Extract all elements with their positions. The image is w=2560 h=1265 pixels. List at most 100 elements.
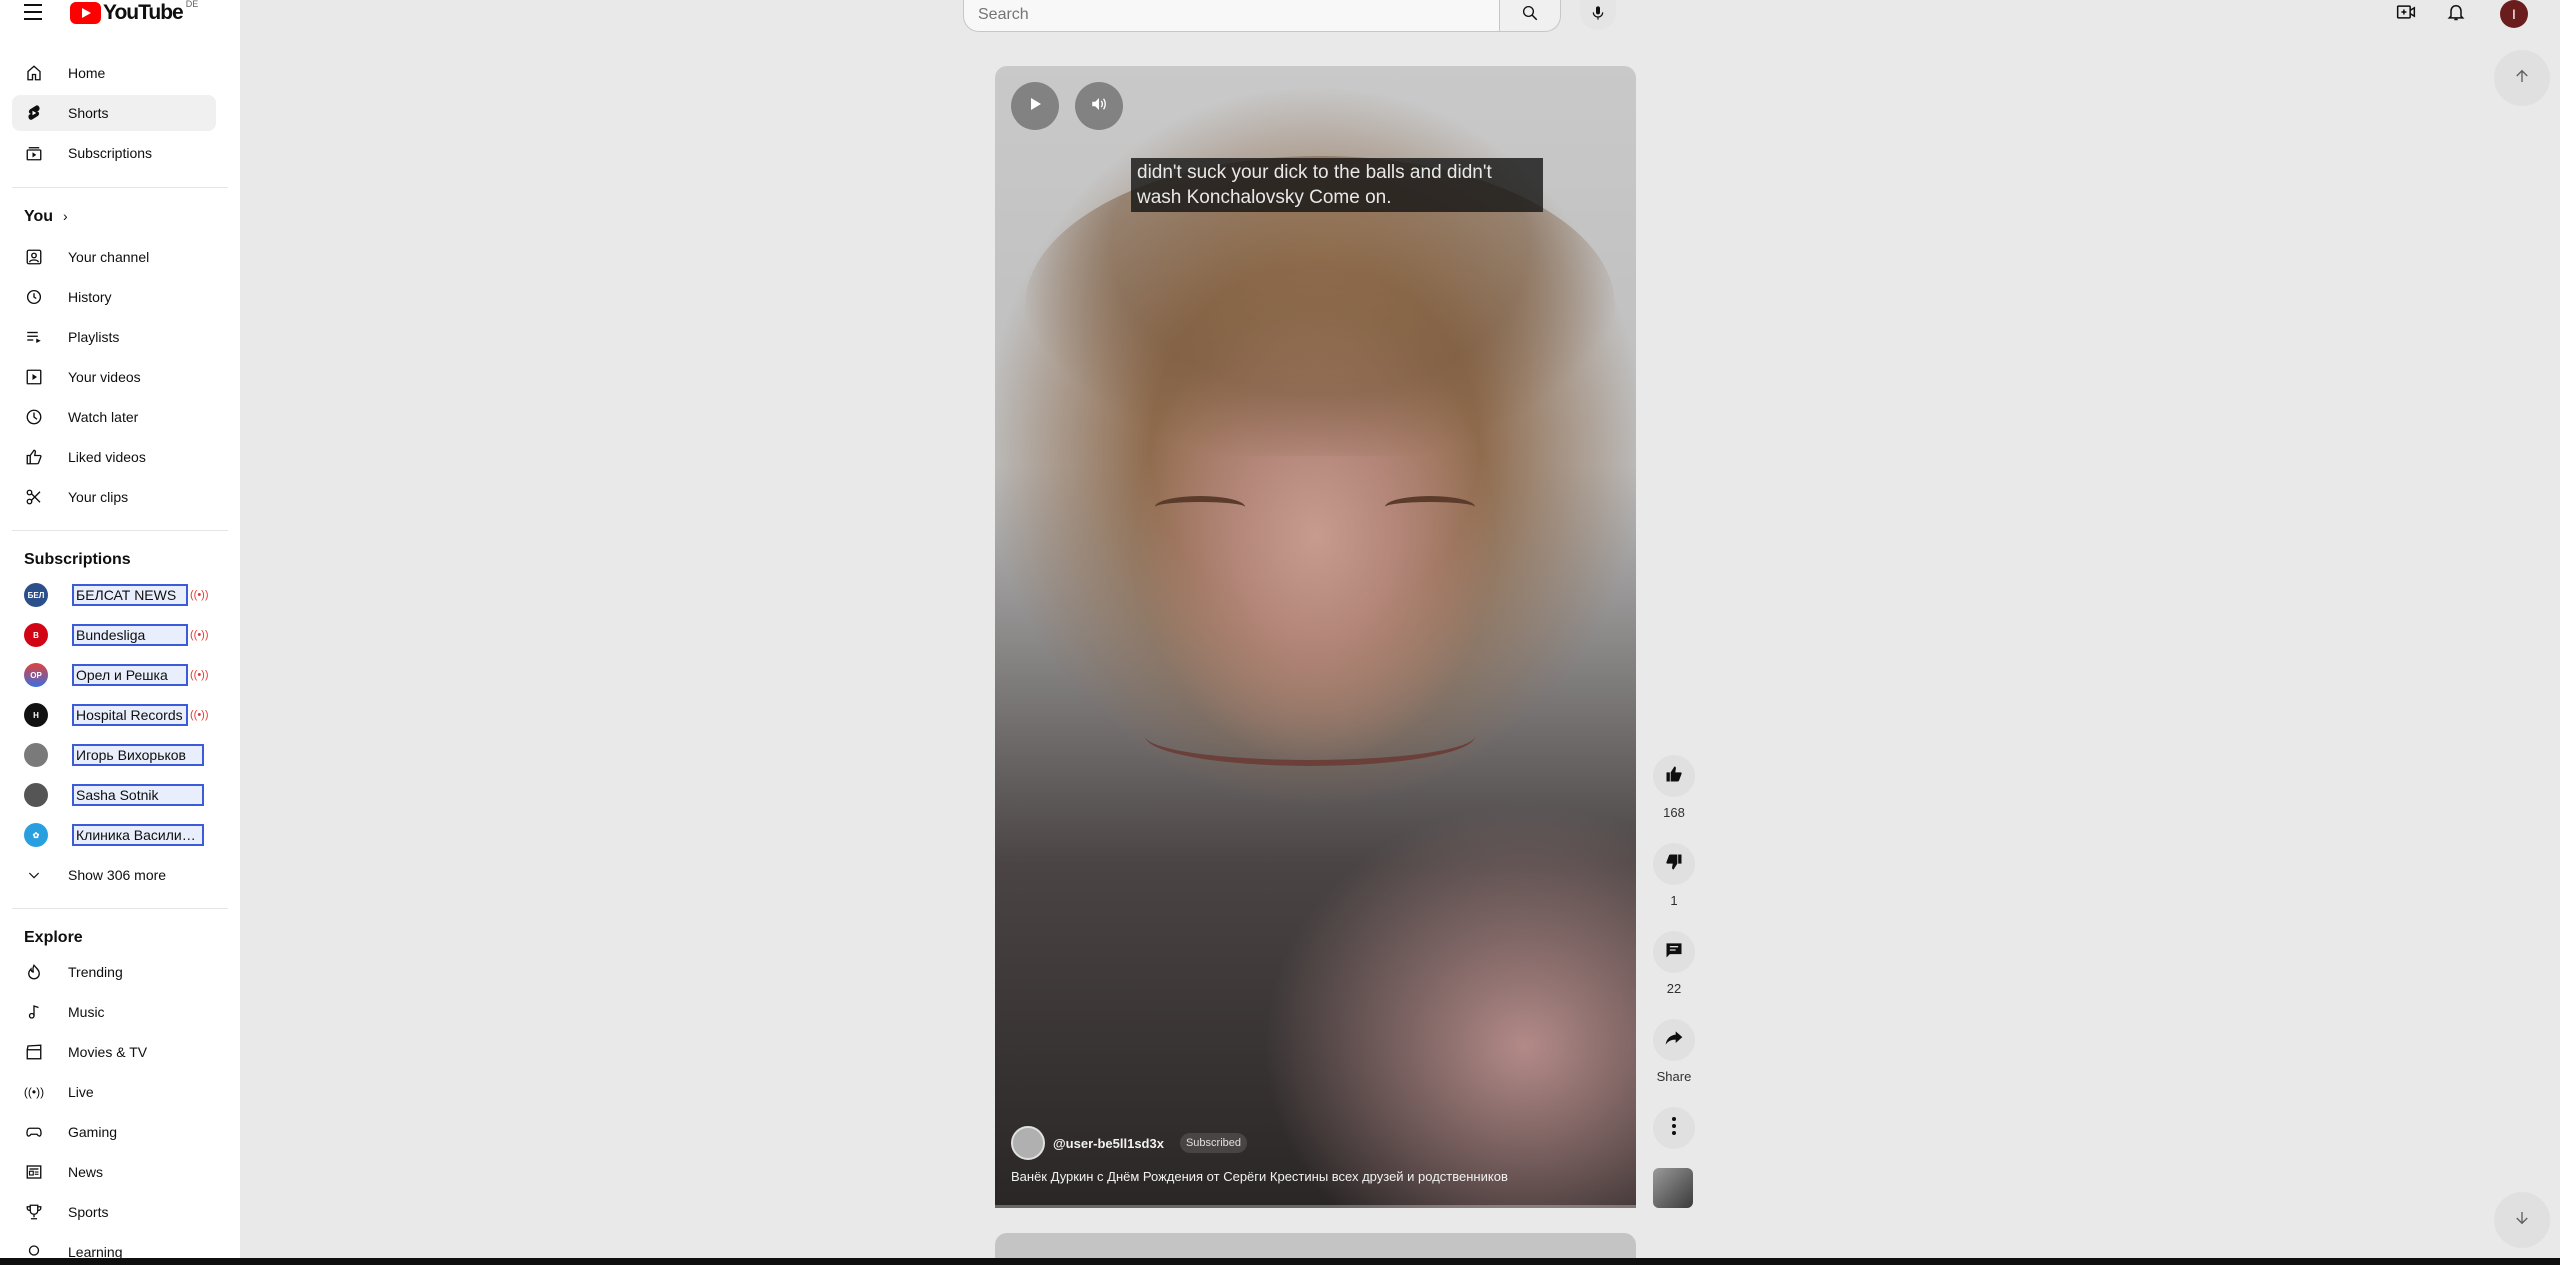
sidebar-item-label: Sports (68, 1204, 109, 1220)
sidebar-item-label: Liked videos (68, 449, 146, 465)
lightbulb-icon (24, 1242, 44, 1258)
dislike-button[interactable]: 1 (1653, 843, 1695, 908)
sidebar-item-music[interactable]: Music (12, 994, 216, 1030)
your-channel-icon (24, 247, 44, 267)
logo-text: YouTube (103, 1, 184, 24)
comments-button[interactable]: 22 (1653, 931, 1695, 996)
channel-row: @user-be5ll1sd3x Subscribed (1011, 1126, 1247, 1160)
playlists-icon (24, 327, 44, 347)
sidebar-item-sports[interactable]: Sports (12, 1194, 216, 1230)
like-count: 168 (1663, 805, 1685, 820)
subscription-item[interactable]: Игорь Вихорьков (12, 737, 216, 773)
sidebar-item-subscriptions[interactable]: Subscriptions (12, 135, 216, 171)
sidebar-item-trending[interactable]: Trending (12, 954, 216, 990)
subscription-name: Клиника Василия… (72, 824, 204, 846)
comment-count: 22 (1666, 981, 1682, 996)
dislike-count: 1 (1670, 893, 1678, 908)
sidebar-item-liked-videos[interactable]: Liked videos (12, 439, 216, 475)
channel-avatar[interactable] (1011, 1126, 1045, 1160)
subscription-item[interactable]: БЕЛ БЕЛСАТ NEWS ((•)) (12, 577, 216, 613)
avatar[interactable]: I (2500, 0, 2528, 28)
notifications-button[interactable] (2444, 2, 2468, 26)
subscription-item[interactable]: ✿ Клиника Василия… (12, 817, 216, 853)
youtube-play-icon (70, 2, 101, 24)
sidebar-item-your-clips[interactable]: Your clips (12, 479, 216, 515)
country-code: DE (185, 0, 199, 9)
you-title-text: You (24, 208, 54, 225)
subscribed-button[interactable]: Subscribed (1179, 1133, 1247, 1153)
sidebar-item-label: Your videos (68, 369, 141, 385)
channel-avatar: H (24, 703, 48, 727)
channel-handle[interactable]: @user-be5ll1sd3x (1053, 1136, 1164, 1151)
sidebar-item-label: News (68, 1164, 104, 1180)
sidebar-item-playlists[interactable]: Playlists (12, 319, 216, 355)
voice-search-button[interactable] (1580, 0, 1616, 30)
subscription-name: Sasha Sotnik (72, 784, 204, 806)
sidebar-item-learning[interactable]: Learning (12, 1234, 216, 1258)
subscriptions-section-title: Subscriptions (24, 551, 131, 568)
sidebar-item-movies-tv[interactable]: Movies & TV (12, 1034, 216, 1070)
live-icon: ((•)) (190, 629, 209, 641)
menu-icon[interactable] (24, 4, 46, 22)
comment-icon (1664, 940, 1684, 965)
video-progress-bar[interactable] (995, 1205, 1636, 1208)
search-input[interactable] (978, 0, 1458, 30)
previous-short-button[interactable] (2494, 50, 2550, 106)
sidebar-item-news[interactable]: News (12, 1154, 216, 1190)
more-options-button[interactable] (1653, 1107, 1695, 1149)
subscription-item[interactable]: B Bundesliga ((•)) (12, 617, 216, 653)
sidebar-item-label: Home (68, 65, 106, 81)
sidebar-item-label: Shorts (68, 105, 109, 121)
sidebar-item-label: Music (68, 1004, 105, 1020)
play-button[interactable] (1011, 82, 1059, 130)
video-description[interactable]: Ванёк Дуркин с Днём Рождения от Серёги К… (1011, 1169, 1508, 1184)
sidebar-item-your-channel[interactable]: Your channel (12, 239, 216, 275)
shorts-video-player[interactable]: didn't suck your dick to the balls and d… (995, 66, 1636, 1208)
channel-avatar: ОР (24, 663, 48, 687)
sidebar-item-label: Watch later (68, 409, 139, 425)
comments-circle (1653, 931, 1695, 973)
subscription-item[interactable]: ОР Орел и Решка ((•)) (12, 657, 216, 693)
sidebar: YouTube DE Home Shorts Subscriptions You… (0, 0, 240, 1258)
channel-avatar (24, 783, 48, 807)
subscription-name: БЕЛСАТ NEWS (72, 584, 188, 606)
play-icon (1027, 96, 1043, 117)
show-more-button[interactable]: Show 306 more (12, 857, 216, 893)
create-button[interactable] (2394, 2, 2418, 26)
subscription-name: Hospital Records (72, 704, 188, 726)
home-icon (24, 63, 44, 83)
sidebar-item-shorts[interactable]: Shorts (12, 95, 216, 131)
sidebar-item-history[interactable]: History (12, 279, 216, 315)
search-button[interactable] (1499, 0, 1561, 32)
sound-thumbnail[interactable] (1653, 1168, 1693, 1208)
share-button[interactable]: Share (1653, 1019, 1695, 1084)
next-short-button[interactable] (2494, 1192, 2550, 1248)
gamepad-icon (24, 1122, 44, 1142)
like-button[interactable]: 168 (1653, 755, 1695, 820)
youtube-logo[interactable]: YouTube DE (70, 0, 199, 25)
sidebar-item-label: Live (68, 1084, 94, 1100)
live-broadcast-icon: ((•)) (23, 1085, 45, 1099)
sidebar-item-live[interactable]: ((•)) Live (12, 1074, 216, 1110)
sidebar-item-label: History (68, 289, 112, 305)
video-frame-eye (1155, 496, 1245, 518)
sidebar-item-gaming[interactable]: Gaming (12, 1114, 216, 1150)
share-icon (1664, 1028, 1684, 1053)
sidebar-item-your-videos[interactable]: Your videos (12, 359, 216, 395)
logo-row: YouTube DE (0, 0, 240, 28)
sidebar-item-home[interactable]: Home (12, 55, 216, 91)
subscription-item[interactable]: Sasha Sotnik (12, 777, 216, 813)
sidebar-item-watch-later[interactable]: Watch later (12, 399, 216, 435)
clapperboard-icon (24, 1042, 44, 1062)
sidebar-item-label: Subscriptions (68, 145, 153, 161)
sidebar-item-label: Gaming (68, 1124, 118, 1140)
volume-button[interactable] (1075, 82, 1123, 130)
you-section-title[interactable]: You › (24, 208, 68, 226)
channel-avatar: ✿ (24, 823, 48, 847)
thumbs-down-icon (1664, 852, 1684, 877)
more-vert-icon (1671, 1116, 1677, 1141)
bottom-bar (0, 1258, 2560, 1265)
thumbs-up-icon (1664, 764, 1684, 789)
subscription-item[interactable]: H Hospital Records ((•)) (12, 697, 216, 733)
your-videos-icon (24, 367, 44, 387)
